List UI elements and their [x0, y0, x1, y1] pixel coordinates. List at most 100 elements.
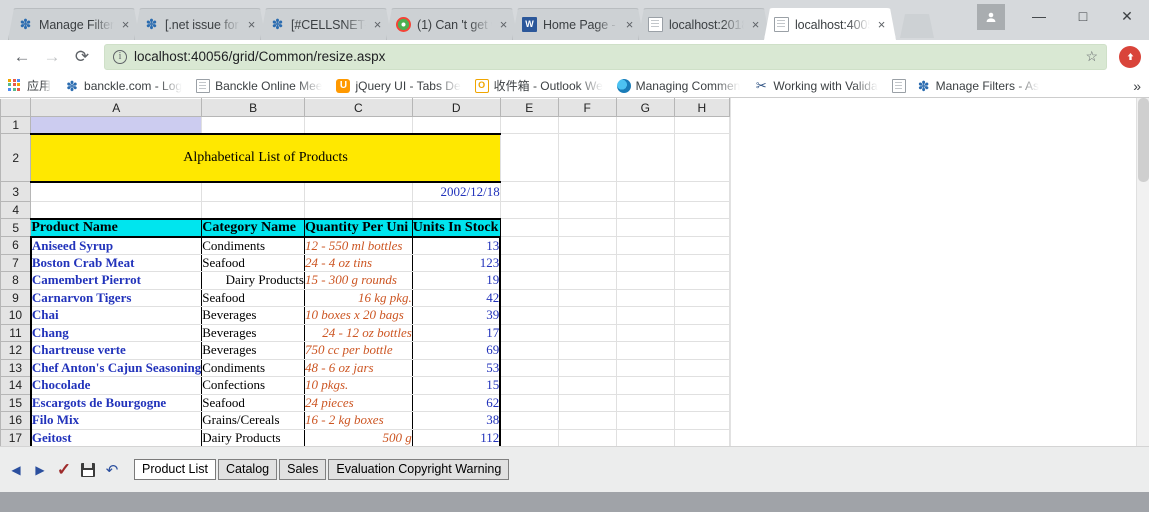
cell-h15[interactable]: [673, 393, 731, 412]
cell-f10[interactable]: [557, 306, 617, 325]
cell-f9[interactable]: [557, 288, 617, 307]
cell-e11[interactable]: [499, 323, 559, 342]
column-header-g[interactable]: G: [615, 98, 675, 117]
undo-icon[interactable]: ↶: [103, 461, 121, 479]
cell-quantity[interactable]: 500 g: [303, 428, 413, 448]
cell-h17[interactable]: [673, 428, 731, 447]
cell-f5[interactable]: [557, 218, 617, 237]
row-header-2[interactable]: 2: [0, 133, 32, 182]
cell-f4[interactable]: [557, 201, 617, 219]
row-header-11[interactable]: 11: [0, 323, 32, 342]
tab-close-icon[interactable]: ×: [622, 17, 637, 32]
cell-e5[interactable]: [499, 218, 559, 237]
cell-category[interactable]: Confections: [201, 376, 305, 395]
tab-close-icon[interactable]: ×: [874, 17, 889, 32]
cell-units[interactable]: 42: [411, 288, 502, 307]
cell-g12[interactable]: [615, 341, 675, 360]
cell-h3[interactable]: [673, 181, 731, 202]
tab-close-icon[interactable]: ×: [496, 17, 511, 32]
cell-units[interactable]: 38: [411, 411, 502, 430]
row-header-7[interactable]: 7: [0, 253, 32, 272]
cell-f15[interactable]: [557, 393, 617, 412]
bookmark-managing-comments[interactable]: Managing Commen: [616, 78, 740, 93]
cell-category[interactable]: Seafood: [201, 288, 305, 307]
minimize-icon[interactable]: —: [1017, 1, 1061, 31]
bookmark-untitled[interactable]: [891, 78, 911, 93]
cell-h4[interactable]: [673, 201, 731, 219]
column-header-f[interactable]: F: [557, 98, 617, 117]
cell-product-name[interactable]: Boston Crab Meat: [29, 253, 203, 272]
row-header-13[interactable]: 13: [0, 358, 32, 377]
row-header-1[interactable]: 1: [0, 116, 32, 134]
cell-c4[interactable]: [303, 201, 413, 219]
cell-category[interactable]: Beverages: [201, 306, 305, 325]
cell-units[interactable]: 112: [411, 428, 502, 448]
cell-e12[interactable]: [499, 341, 559, 360]
cell-h1[interactable]: [673, 116, 731, 134]
bookmark-banckle-meeting[interactable]: Banckle Online Mee: [196, 78, 322, 93]
cell-quantity[interactable]: 24 - 4 oz tins: [303, 253, 413, 272]
address-bar[interactable]: i localhost:40056/grid/Common/resize.asp…: [104, 43, 1107, 70]
cell-e8[interactable]: [499, 271, 559, 290]
cell-h16[interactable]: [673, 411, 731, 430]
cell-b1[interactable]: [201, 116, 305, 134]
previous-sheet-icon[interactable]: ◀: [7, 461, 25, 479]
cell-h6[interactable]: [673, 236, 731, 255]
row-header-8[interactable]: 8: [0, 271, 32, 290]
cell-g17[interactable]: [615, 428, 675, 447]
browser-tab-2[interactable]: [#CELLSNET-45 ×: [260, 8, 392, 40]
cell-h5[interactable]: [673, 218, 731, 237]
next-sheet-icon[interactable]: ▶: [31, 461, 49, 479]
cell-units[interactable]: 17: [411, 323, 502, 342]
cell-e15[interactable]: [499, 393, 559, 412]
cell-f1[interactable]: [557, 116, 617, 134]
cell-g10[interactable]: [615, 306, 675, 325]
cell-b3[interactable]: [201, 181, 305, 202]
cell-g15[interactable]: [615, 393, 675, 412]
bookmark-banckle[interactable]: banckle.com - Log: [65, 79, 182, 93]
cell-units[interactable]: 62: [411, 393, 502, 412]
page-info-icon[interactable]: i: [113, 49, 127, 64]
cell-f12[interactable]: [557, 341, 617, 360]
sheet-tab-sales[interactable]: Sales: [279, 459, 327, 480]
maximize-icon[interactable]: □: [1061, 1, 1105, 31]
row-header-10[interactable]: 10: [0, 306, 32, 325]
cell-e13[interactable]: [499, 358, 559, 377]
browser-tab-5[interactable]: localhost:2018/ ×: [638, 8, 770, 40]
cell-category[interactable]: Grains/Cereals: [201, 411, 305, 430]
cell-product-name[interactable]: Chang: [29, 323, 203, 342]
cell-g2[interactable]: [615, 133, 675, 182]
tab-close-icon[interactable]: ×: [118, 17, 133, 32]
cell-g16[interactable]: [615, 411, 675, 430]
cell-f6[interactable]: [557, 236, 617, 255]
spreadsheet-grid[interactable]: A B C D E F G H 1 2 Alphabetical List of…: [0, 98, 731, 457]
cell-quantity[interactable]: 16 - 2 kg boxes: [303, 411, 413, 430]
cell-category[interactable]: Dairy Products: [201, 428, 305, 448]
cell-units[interactable]: 13: [411, 236, 502, 255]
cell-g8[interactable]: [615, 271, 675, 290]
cell-e1[interactable]: [499, 116, 559, 134]
cell-g9[interactable]: [615, 288, 675, 307]
cell-category[interactable]: Condiments: [201, 358, 305, 377]
cell-h8[interactable]: [673, 271, 731, 290]
row-header-12[interactable]: 12: [0, 341, 32, 360]
cell-d4[interactable]: [411, 201, 501, 219]
cell-units[interactable]: 69: [411, 341, 502, 360]
extension-icon[interactable]: [1119, 45, 1141, 68]
cell-g3[interactable]: [615, 181, 675, 202]
cell-f11[interactable]: [557, 323, 617, 342]
cell-h14[interactable]: [673, 376, 731, 395]
cell-product-name[interactable]: Geitost: [29, 428, 203, 448]
cell-g7[interactable]: [615, 253, 675, 272]
row-header-4[interactable]: 4: [0, 201, 32, 219]
cell-quantity[interactable]: 15 - 300 g rounds: [303, 271, 413, 290]
cell-e9[interactable]: [499, 288, 559, 307]
cell-e14[interactable]: [499, 376, 559, 395]
new-tab-button[interactable]: [900, 14, 934, 38]
cell-a4[interactable]: [30, 201, 203, 219]
cell-f16[interactable]: [557, 411, 617, 430]
table-header-category-name[interactable]: Category Name: [201, 217, 305, 238]
cell-title-merged[interactable]: Alphabetical List of Products: [30, 132, 501, 183]
table-header-quantity-per-unit[interactable]: Quantity Per Uni: [303, 217, 413, 238]
cell-g4[interactable]: [615, 201, 675, 219]
